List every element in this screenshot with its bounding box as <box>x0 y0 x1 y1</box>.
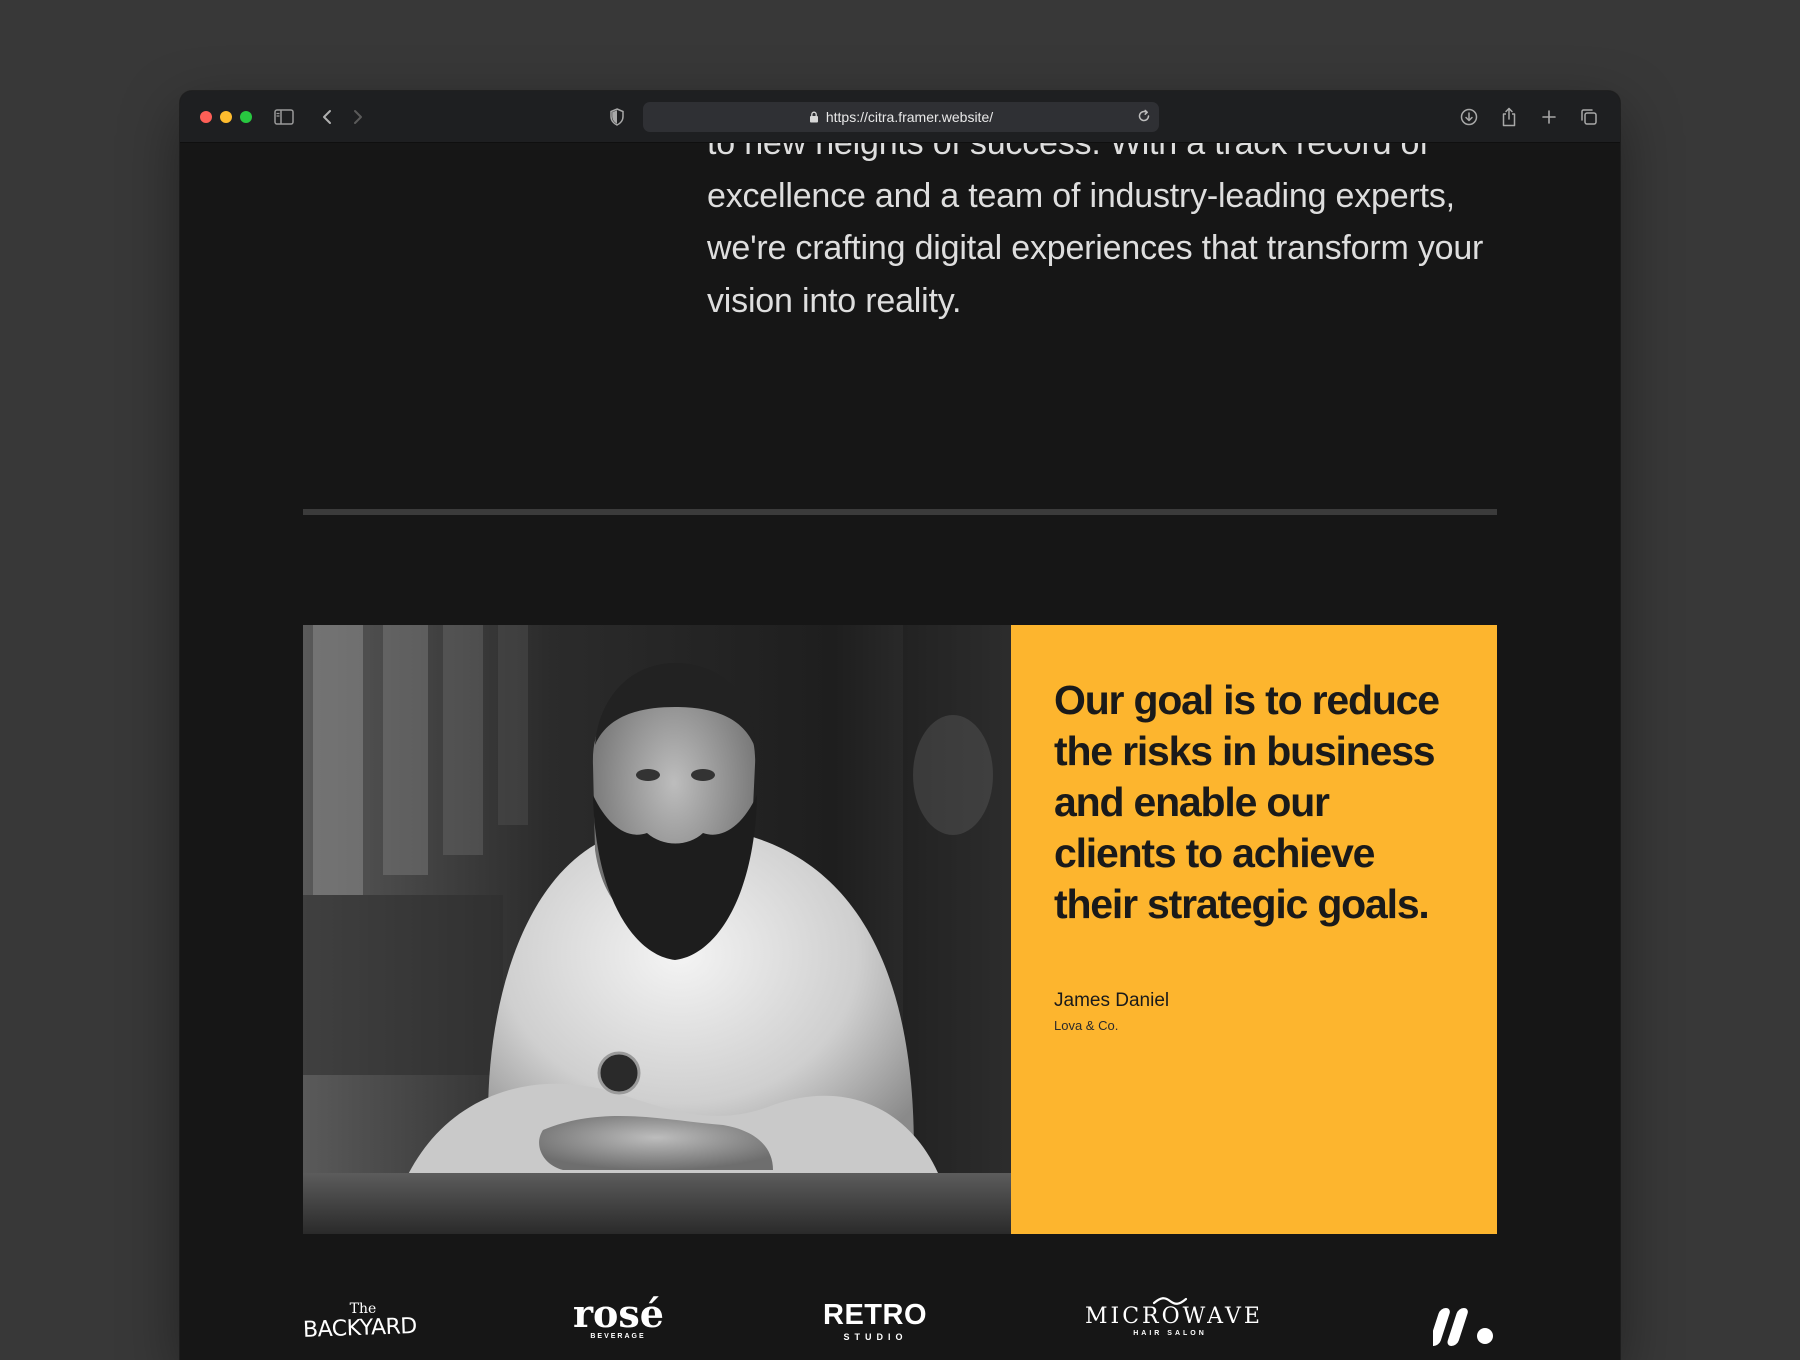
reload-icon[interactable] <box>1137 109 1151 123</box>
logo-m-mark-icon <box>1429 1306 1497 1351</box>
minimize-window-button[interactable] <box>220 111 232 123</box>
logo-microwave-hair-salon: MICROWAVE HAIR SALON <box>1085 1296 1260 1337</box>
page-content: to new heights of success. With a track … <box>180 143 1620 1360</box>
logo-the-backyard: The BACKYARD <box>302 1301 418 1343</box>
share-icon[interactable] <box>1497 105 1521 129</box>
portrait-image <box>303 625 1011 1234</box>
new-tab-icon[interactable] <box>1537 105 1561 129</box>
section-divider <box>303 509 1497 515</box>
testimonial-quote: Our goal is to reduce the risks in busin… <box>1054 677 1440 927</box>
lock-icon <box>809 111 819 123</box>
zoom-window-button[interactable] <box>240 111 252 123</box>
tab-overview-icon[interactable] <box>1577 105 1601 129</box>
url-text: https://citra.framer.website/ <box>825 109 994 125</box>
browser-window: https://citra.framer.website/ to new hei… <box>180 91 1620 1360</box>
author-company: Lova & Co. <box>1054 1018 1119 1033</box>
logo-retro-studio: RETRO STUDIO <box>823 1299 927 1342</box>
privacy-shield-icon[interactable] <box>605 105 629 129</box>
close-window-button[interactable] <box>200 111 212 123</box>
testimonial-card: Our goal is to reduce the risks in busin… <box>303 625 1497 1234</box>
back-icon[interactable] <box>315 105 339 129</box>
testimonial-photo <box>303 625 1011 1234</box>
logo-rose-beverage: rosé BEVERAGE <box>573 1291 664 1341</box>
downloads-icon[interactable] <box>1457 105 1481 129</box>
forward-icon[interactable] <box>346 105 370 129</box>
address-bar[interactable]: https://citra.framer.website/ <box>643 102 1159 132</box>
quote-panel: Our goal is to reduce the risks in busin… <box>1011 625 1497 1234</box>
client-logos: The BACKYARD rosé BEVERAGE RETRO STUDIO … <box>302 1291 1497 1358</box>
browser-toolbar: https://citra.framer.website/ <box>180 91 1620 143</box>
intro-paragraph: to new heights of success. With a track … <box>707 143 1484 320</box>
sidebar-toggle-icon[interactable] <box>272 105 296 129</box>
author-name: James Daniel <box>1054 990 1170 1011</box>
